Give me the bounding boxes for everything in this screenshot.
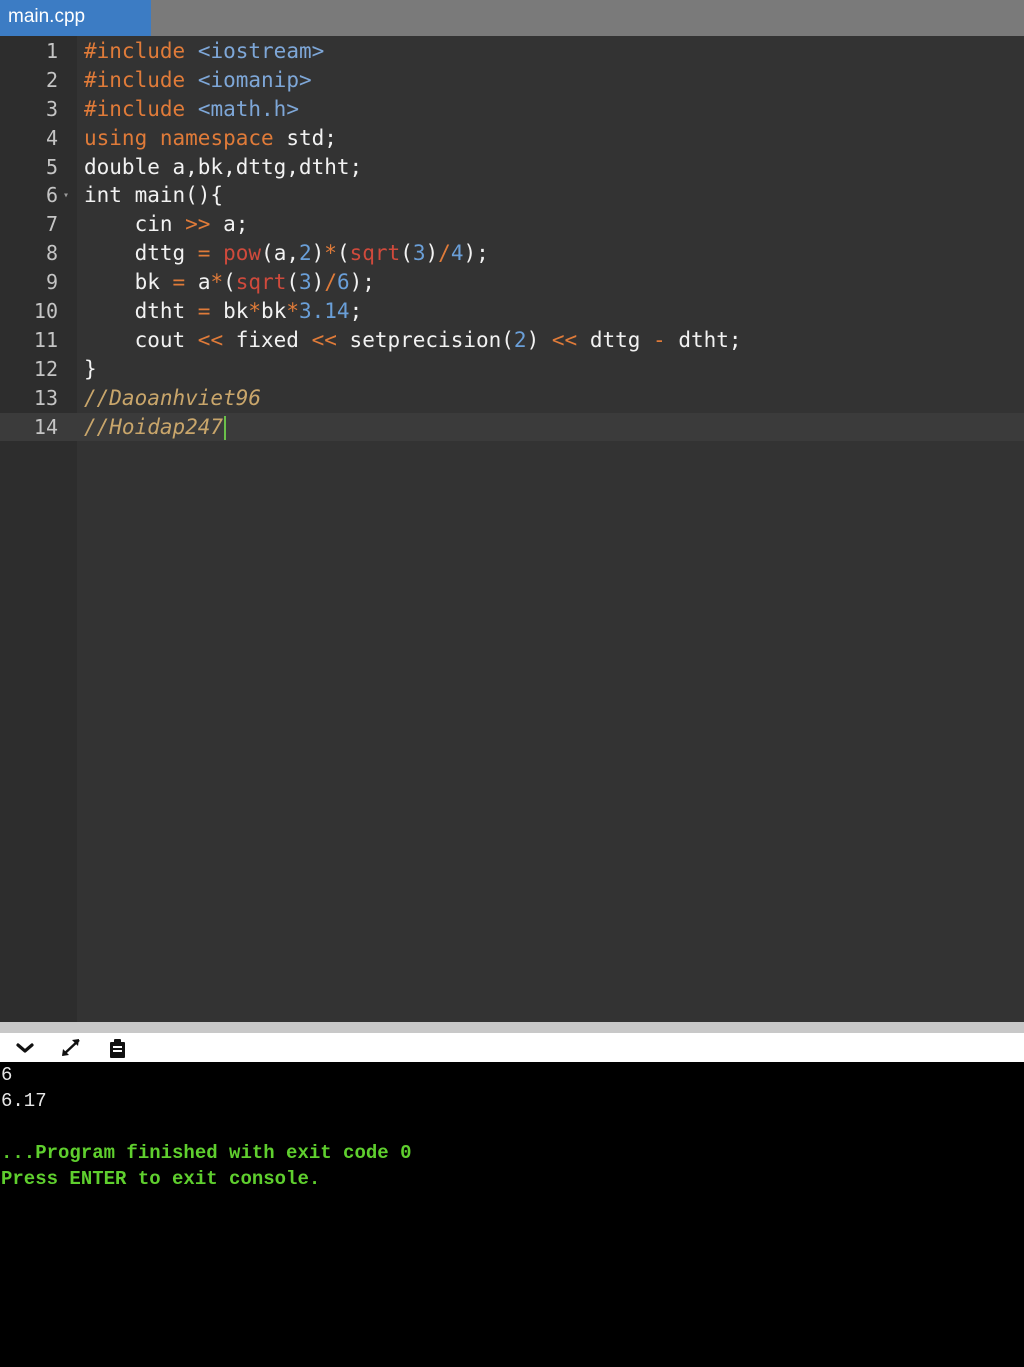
expand-arrows-icon bbox=[62, 1039, 80, 1056]
clipboard-icon bbox=[110, 1039, 125, 1058]
line-number: 9 bbox=[45, 270, 58, 295]
code-line[interactable]: 2 #include <iomanip> bbox=[0, 66, 1024, 95]
code-text: dtht = bk*bk*3.14; bbox=[84, 299, 363, 324]
code-line[interactable]: 12} bbox=[0, 355, 1024, 384]
code-line[interactable]: 8 dttg = pow(a,2)*(sqrt(3)/4); bbox=[0, 239, 1024, 268]
code-text: #include <math.h> bbox=[84, 96, 299, 121]
code-line[interactable]: 11 cout << fixed << setprecision(2) << d… bbox=[0, 326, 1024, 355]
line-number: 3 bbox=[45, 96, 58, 121]
chevron-down-icon bbox=[16, 1043, 34, 1053]
line-number: 6 bbox=[45, 183, 58, 208]
code-text: #include <iomanip> bbox=[84, 67, 312, 92]
code-text: #include <iostream> bbox=[84, 39, 325, 63]
code-line[interactable]: 1 #include <iostream> bbox=[0, 37, 1024, 66]
line-number: 11 bbox=[33, 327, 58, 352]
code-text: //Hoidap247 bbox=[84, 413, 227, 442]
code-line[interactable]: 9 bk = a*(sqrt(3)/6); bbox=[0, 268, 1024, 297]
code-text: cin >> a; bbox=[84, 212, 249, 237]
code-editor[interactable]: 1 #include <iostream> 2 #include <iomanip> 3… bbox=[0, 36, 1024, 1022]
code-text: dttg = pow(a,2)*(sqrt(3)/4); bbox=[84, 241, 489, 266]
code-line[interactable]: 14 //Hoidap247 bbox=[0, 412, 1024, 442]
tab-bar: main.cpp bbox=[0, 0, 1024, 36]
tab-main-cpp[interactable]: main.cpp bbox=[0, 0, 151, 36]
collapse-console-button[interactable] bbox=[12, 1036, 38, 1060]
code-text: cout << fixed << setprecision(2) << dttg… bbox=[84, 327, 742, 352]
console-toolbar bbox=[0, 1033, 1024, 1062]
fold-toggle-icon[interactable]: ▾ bbox=[63, 181, 69, 210]
expand-console-button[interactable] bbox=[58, 1036, 84, 1060]
console-output-line: 6 bbox=[1, 1064, 13, 1086]
code-text: bk = a*(sqrt(3)/6); bbox=[84, 270, 375, 295]
code-area[interactable]: 1 #include <iostream> 2 #include <iomanip> 3… bbox=[0, 36, 1024, 442]
line-number: 13 bbox=[33, 385, 58, 410]
line-number: 1 bbox=[45, 39, 58, 63]
console-resize-handle[interactable] bbox=[0, 1022, 1024, 1033]
code-line[interactable]: 6 ▾ int main(){ bbox=[0, 181, 1024, 210]
code-line[interactable]: 3 #include <math.h> bbox=[0, 95, 1024, 124]
line-number: 2 bbox=[45, 67, 58, 92]
code-text: double a,bk,dttg,dtht; bbox=[84, 154, 363, 179]
code-text: //Daoanhviet96 bbox=[84, 385, 262, 410]
code-text: } bbox=[84, 356, 97, 381]
line-number: 12 bbox=[33, 356, 58, 381]
line-number: 4 bbox=[45, 125, 58, 150]
console-status-line: Press ENTER to exit console. bbox=[1, 1168, 321, 1190]
code-line[interactable]: 13 //Daoanhviet96 bbox=[0, 384, 1024, 413]
code-text: using namespace std; bbox=[84, 125, 337, 150]
line-number: 10 bbox=[33, 299, 58, 324]
line-number: 14 bbox=[33, 414, 58, 439]
copy-output-button[interactable] bbox=[104, 1036, 130, 1060]
line-number: 7 bbox=[45, 212, 58, 237]
line-number: 5 bbox=[45, 154, 58, 179]
code-line[interactable]: 10 dtht = bk*bk*3.14; bbox=[0, 297, 1024, 326]
online-ide: main.cpp 1 #include <iostream> 2 #include <… bbox=[0, 0, 1024, 1367]
code-text: int main(){ bbox=[84, 183, 224, 208]
line-number: 8 bbox=[45, 241, 58, 266]
code-line[interactable]: 5 double a,bk,dttg,dtht; bbox=[0, 153, 1024, 182]
code-line[interactable]: 4 using namespace std; bbox=[0, 124, 1024, 153]
console-status-line: ...Program finished with exit code 0 bbox=[1, 1142, 412, 1164]
console-output-line: 6.17 bbox=[1, 1090, 47, 1112]
console-output[interactable]: 6 6.17 ...Program finished with exit code … bbox=[0, 1062, 1024, 1367]
code-line[interactable]: 7 cin >> a; bbox=[0, 210, 1024, 239]
